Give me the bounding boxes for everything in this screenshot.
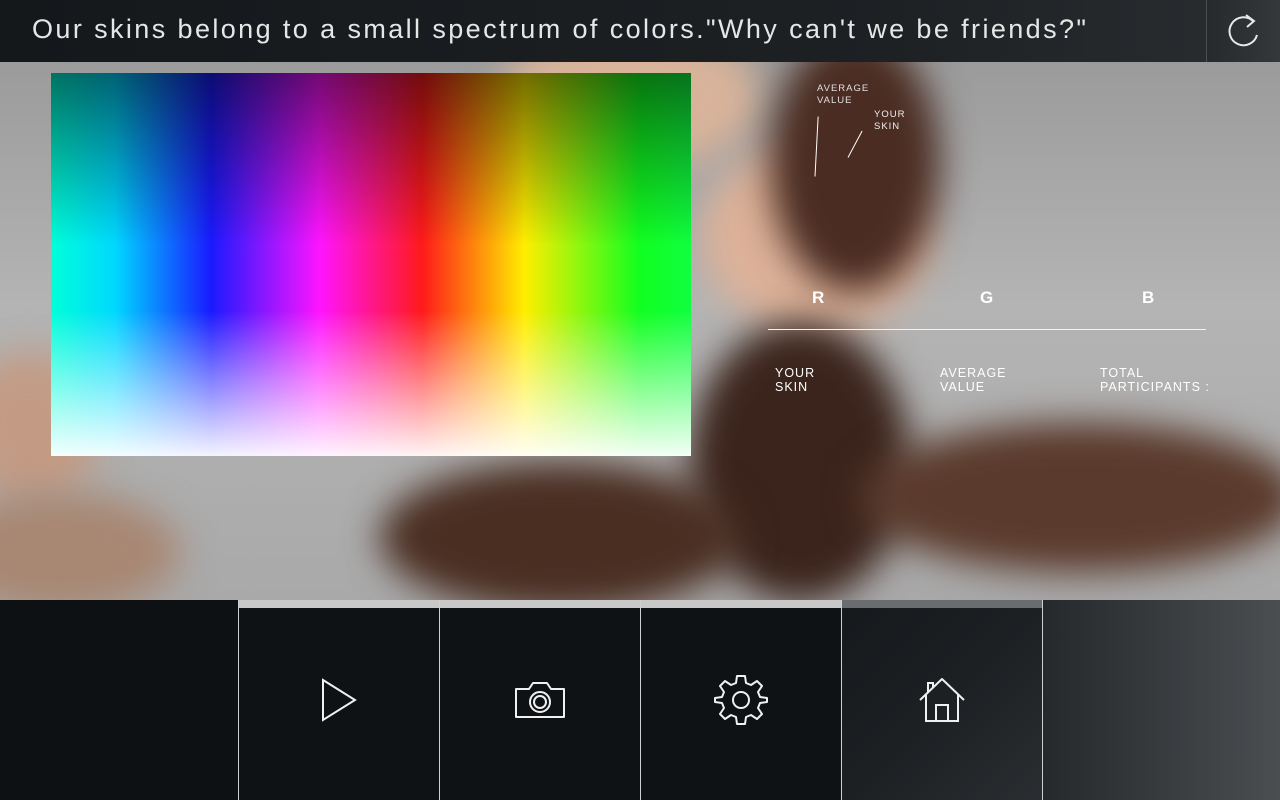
header-bar: Our skins belong to a small spectrum of … [0, 0, 1280, 62]
refresh-button[interactable] [1206, 0, 1280, 62]
gear-icon [714, 673, 768, 727]
stats-divider [768, 329, 1206, 330]
play-tab-indicator [239, 600, 439, 608]
average-value-legend-label: AVERAGE VALUE [817, 83, 870, 106]
home-button[interactable] [841, 600, 1043, 800]
r-channel-label: R [812, 288, 826, 307]
home-icon [918, 676, 966, 724]
b-channel-label: B [1142, 288, 1156, 307]
color-spectrum[interactable] [51, 73, 691, 456]
play-icon [319, 678, 359, 722]
page-title: Our skins belong to a small spectrum of … [32, 14, 1089, 44]
bottom-toolbar-filler [1043, 600, 1280, 800]
settings-tab-indicator [641, 600, 841, 608]
average-value-stat-label: AVERAGE VALUE [940, 366, 1007, 394]
play-button[interactable] [238, 600, 439, 800]
g-channel-label: G [980, 288, 995, 307]
camera-icon [513, 680, 567, 720]
total-participants-label: TOTAL PARTICIPANTS : [1100, 366, 1210, 394]
your-skin-legend-label: YOUR SKIN [874, 109, 906, 132]
camera-tab-indicator [440, 600, 640, 608]
settings-button[interactable] [640, 600, 841, 800]
camera-button[interactable] [439, 600, 640, 800]
your-skin-stat-label: YOUR SKIN [775, 366, 816, 394]
home-tab-indicator [842, 600, 1042, 608]
refresh-icon [1226, 11, 1262, 51]
